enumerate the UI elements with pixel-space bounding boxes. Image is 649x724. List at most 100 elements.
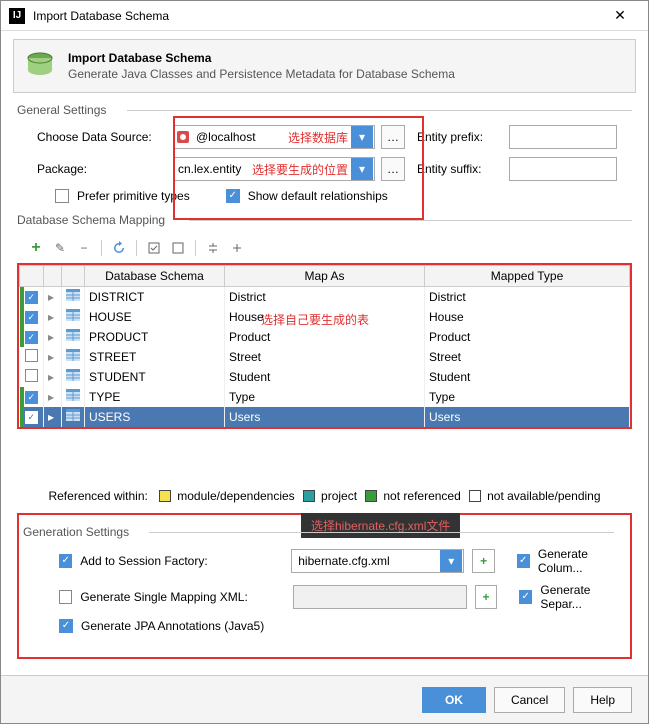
legend-label: not referenced bbox=[380, 489, 461, 503]
generation-settings: 选择hibernate.cfg.xml文件 Generation Setting… bbox=[17, 513, 632, 659]
row-checkbox[interactable] bbox=[25, 391, 38, 404]
row-checkbox[interactable] bbox=[25, 411, 38, 424]
row-checkbox[interactable] bbox=[25, 349, 38, 362]
schema-name: PRODUCT bbox=[85, 327, 225, 347]
dialog-footer: OK Cancel Help bbox=[1, 675, 648, 723]
row-checkbox[interactable] bbox=[25, 291, 38, 304]
add-session-button[interactable]: + bbox=[472, 549, 495, 573]
section-gen: Generation Settings bbox=[23, 525, 630, 539]
legend-label: module/dependencies bbox=[174, 489, 295, 503]
database-icon bbox=[24, 50, 56, 82]
package-combo[interactable]: cn.lex.entity 选择要生成的位置 ▾ bbox=[173, 157, 375, 181]
jpa-annotations-checkbox[interactable] bbox=[59, 619, 73, 633]
gen-separate-label: Generate Separ... bbox=[540, 583, 630, 611]
table-icon bbox=[66, 349, 80, 361]
expand-all-button[interactable] bbox=[202, 237, 224, 259]
schema-name: HOUSE bbox=[85, 307, 225, 327]
schema-name: DISTRICT bbox=[85, 287, 225, 307]
schema-table: Database Schema Map As Mapped Type ▸ DIST… bbox=[17, 263, 632, 429]
map-as: House bbox=[225, 307, 425, 327]
legend-label: project bbox=[318, 489, 357, 503]
browse-package-button[interactable]: … bbox=[381, 157, 405, 181]
table-row[interactable]: ▸TYPETypeType bbox=[20, 387, 630, 407]
banner-subtitle: Generate Java Classes and Persistence Me… bbox=[68, 67, 455, 81]
annotation-datasource: 选择数据库 bbox=[288, 129, 350, 146]
mapped-type: District bbox=[425, 287, 630, 307]
table-row[interactable]: ▸STREETStreetStreet bbox=[20, 347, 630, 367]
session-factory-label: Add to Session Factory: bbox=[80, 554, 283, 568]
prefer-primitive-checkbox[interactable] bbox=[55, 189, 69, 203]
data-source-value: @localhost bbox=[192, 130, 288, 144]
header-type: Mapped Type bbox=[425, 266, 630, 287]
expand-icon[interactable]: ▸ bbox=[44, 367, 62, 387]
row-checkbox[interactable] bbox=[25, 331, 38, 344]
expand-icon[interactable]: ▸ bbox=[44, 387, 62, 407]
remove-button[interactable]: − bbox=[73, 237, 95, 259]
gen-column-checkbox[interactable] bbox=[517, 554, 530, 568]
expand-icon[interactable]: ▸ bbox=[44, 347, 62, 367]
entity-prefix-input[interactable] bbox=[509, 125, 617, 149]
map-as: Street bbox=[225, 347, 425, 367]
deselect-all-button[interactable] bbox=[167, 237, 189, 259]
browse-datasource-button[interactable]: … bbox=[381, 125, 405, 149]
add-button[interactable]: + bbox=[25, 237, 47, 259]
expand-icon[interactable]: ▸ bbox=[44, 307, 62, 327]
section-dbmap: Database Schema Mapping bbox=[17, 213, 648, 227]
table-row[interactable]: ▸HOUSEHouseHouse bbox=[20, 307, 630, 327]
map-as: Users bbox=[225, 407, 425, 427]
legend-swatch bbox=[303, 490, 315, 502]
data-source-label: Choose Data Source: bbox=[37, 130, 167, 144]
package-label: Package: bbox=[37, 162, 167, 176]
header-map: Map As bbox=[225, 266, 425, 287]
header-schema: Database Schema bbox=[85, 266, 225, 287]
entity-suffix-label: Entity suffix: bbox=[417, 162, 503, 176]
map-as: Type bbox=[225, 387, 425, 407]
help-button[interactable]: Help bbox=[573, 687, 632, 713]
cancel-button[interactable]: Cancel bbox=[494, 687, 565, 713]
mapped-type: Street bbox=[425, 347, 630, 367]
session-factory-combo[interactable]: hibernate.cfg.xml ▾ bbox=[291, 549, 464, 573]
expand-icon[interactable]: ▸ bbox=[44, 407, 62, 427]
mapped-type: Type bbox=[425, 387, 630, 407]
entity-prefix-label: Entity prefix: bbox=[417, 130, 503, 144]
dropdown-icon[interactable]: ▾ bbox=[351, 158, 373, 180]
mapped-type: Users bbox=[425, 407, 630, 427]
prefer-primitive-label: Prefer primitive types bbox=[77, 189, 190, 203]
table-row[interactable]: ▸PRODUCTProductProduct bbox=[20, 327, 630, 347]
dropdown-icon[interactable]: ▾ bbox=[351, 126, 373, 148]
mapped-type: Student bbox=[425, 367, 630, 387]
expand-icon[interactable]: ▸ bbox=[44, 287, 62, 307]
legend-swatch bbox=[469, 490, 481, 502]
schema-name: USERS bbox=[85, 407, 225, 427]
edit-button[interactable]: ✎ bbox=[49, 237, 71, 259]
collapse-all-button[interactable] bbox=[226, 237, 248, 259]
select-all-button[interactable] bbox=[143, 237, 165, 259]
jpa-annotations-label: Generate JPA Annotations (Java5) bbox=[81, 619, 264, 633]
data-source-combo[interactable]: @localhost 选择数据库 ▾ bbox=[173, 125, 375, 149]
legend-label: not available/pending bbox=[484, 489, 601, 503]
ok-button[interactable]: OK bbox=[422, 687, 486, 713]
table-row[interactable]: ▸STUDENTStudentStudent bbox=[20, 367, 630, 387]
single-mapping-label: Generate Single Mapping XML: bbox=[80, 590, 284, 604]
session-factory-checkbox[interactable] bbox=[59, 554, 72, 568]
table-toolbar: + ✎ − bbox=[1, 233, 648, 263]
close-button[interactable]: ✕ bbox=[600, 7, 640, 24]
table-row[interactable]: ▸DISTRICTDistrictDistrict bbox=[20, 287, 630, 307]
single-mapping-checkbox[interactable] bbox=[59, 590, 72, 604]
schema-name: STREET bbox=[85, 347, 225, 367]
refresh-button[interactable] bbox=[108, 237, 130, 259]
gen-separate-checkbox[interactable] bbox=[519, 590, 532, 604]
show-default-rel-checkbox[interactable] bbox=[226, 189, 240, 203]
table-icon bbox=[66, 389, 80, 401]
table-row[interactable]: ▸USERSUsersUsers bbox=[20, 407, 630, 427]
add-mapping-button[interactable]: + bbox=[475, 585, 498, 609]
table-icon bbox=[66, 309, 80, 321]
dropdown-icon[interactable]: ▾ bbox=[440, 550, 462, 572]
row-checkbox[interactable] bbox=[25, 369, 38, 382]
single-mapping-input bbox=[293, 585, 467, 609]
datasource-icon bbox=[174, 130, 192, 144]
legend-swatch bbox=[365, 490, 377, 502]
row-checkbox[interactable] bbox=[25, 311, 38, 324]
expand-icon[interactable]: ▸ bbox=[44, 327, 62, 347]
entity-suffix-input[interactable] bbox=[509, 157, 617, 181]
